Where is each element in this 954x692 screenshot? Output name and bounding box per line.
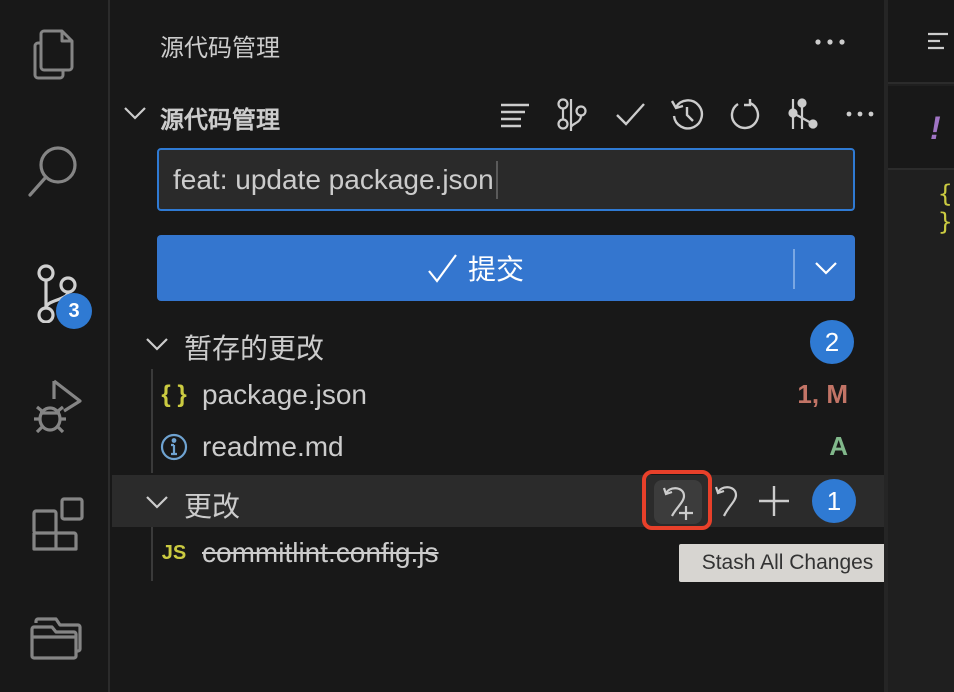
text-caret — [495, 160, 498, 199]
activity-source-control[interactable]: 3 — [0, 248, 108, 338]
chevron-down-icon — [815, 262, 837, 275]
changes-count-badge: 1 — [812, 479, 856, 523]
extensions-icon — [32, 497, 84, 551]
activity-bar: 3 — [0, 0, 110, 692]
refresh-icon — [730, 99, 759, 130]
activity-extensions[interactable] — [0, 478, 108, 568]
staged-file-row[interactable]: { } package.json 1, M — [112, 369, 884, 421]
activity-run-debug[interactable] — [0, 358, 108, 448]
debug-icon — [34, 379, 82, 433]
commit-button-label: 提交 — [467, 254, 524, 285]
brace-glyph: { } — [938, 180, 953, 236]
source-control-sidebar: 源代码管理 源代码管理 feat: update package.json 提交… — [112, 0, 884, 692]
chevron-down-icon — [146, 338, 168, 351]
source-control-badge: 3 — [56, 293, 92, 329]
search-icon — [28, 146, 77, 197]
editor-area: ! { } — [884, 0, 954, 692]
file-status: A — [829, 431, 848, 461]
repo-title: 源代码管理 — [160, 107, 280, 134]
git-compare-icon — [788, 98, 818, 129]
history-icon — [671, 99, 704, 130]
ellipsis-icon — [846, 111, 874, 117]
tooltip: Stash All Changes — [679, 544, 896, 582]
sidebar-more-button[interactable] — [810, 22, 850, 62]
repo-actions — [486, 92, 889, 136]
folder-icon — [30, 617, 82, 660]
commit-dropdown-button[interactable] — [797, 235, 855, 301]
activity-search[interactable] — [0, 128, 108, 218]
graph-button[interactable] — [544, 92, 602, 136]
plus-icon — [759, 486, 789, 516]
staged-changes-group[interactable]: 暂存的更改 2 — [112, 317, 884, 369]
ellipsis-icon — [815, 39, 845, 45]
commit-check-button[interactable] — [601, 92, 659, 136]
changes-group[interactable]: 更改 1 — [112, 470, 884, 530]
outline-tab[interactable] — [888, 0, 954, 84]
branches-button[interactable] — [774, 92, 832, 136]
stage-all-changes-button[interactable] — [752, 479, 796, 523]
outline-icon — [928, 32, 948, 50]
json-icon: { } — [161, 381, 187, 408]
check-icon — [428, 254, 457, 283]
files-icon — [33, 29, 74, 80]
info-icon — [158, 431, 190, 463]
refresh-button[interactable] — [716, 92, 774, 136]
file-name: package.json — [202, 379, 368, 410]
repo-header[interactable]: 源代码管理 — [112, 88, 884, 138]
view-as-list-button[interactable] — [486, 92, 544, 136]
js-icon: JS — [161, 541, 187, 564]
history-button[interactable] — [659, 92, 717, 136]
list-flat-icon — [500, 103, 529, 128]
git-graph-icon — [557, 98, 587, 131]
warning-glyph: ! — [930, 110, 941, 146]
commit-message-text: feat: update package.json — [173, 163, 494, 195]
file-name: readme.md — [202, 431, 344, 462]
discard-all-changes-button[interactable] — [706, 479, 750, 523]
check-icon — [615, 103, 645, 126]
chevron-down-icon — [124, 107, 146, 120]
repo-more-button[interactable] — [831, 92, 889, 136]
sidebar-title: 源代码管理 — [160, 35, 280, 62]
commit-main-button[interactable]: 提交 — [157, 235, 793, 301]
chevron-down-icon — [146, 496, 168, 509]
staged-changes-label: 暂存的更改 — [184, 333, 325, 364]
file-status: 1, M — [797, 379, 848, 409]
staged-file-row[interactable]: readme.md A — [112, 421, 884, 473]
staged-count-badge: 2 — [810, 320, 854, 364]
commit-button-divider — [793, 249, 795, 289]
activity-folders[interactable] — [0, 590, 108, 680]
editor-tab[interactable] — [888, 86, 954, 170]
highlight-box — [642, 470, 712, 530]
file-name: commitlint.config.js — [202, 537, 439, 568]
commit-button[interactable]: 提交 — [157, 235, 855, 301]
commit-message-input[interactable]: feat: update package.json — [157, 148, 855, 211]
changes-label: 更改 — [184, 491, 241, 522]
activity-explorer[interactable] — [0, 8, 108, 98]
discard-icon — [714, 486, 738, 517]
